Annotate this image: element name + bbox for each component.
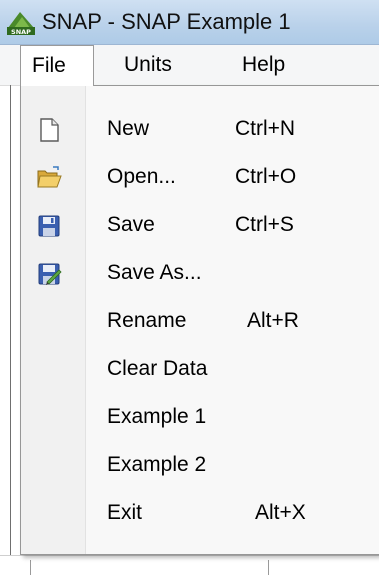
svg-text:SNAP: SNAP: [11, 28, 31, 36]
menu-item-save-as-label: Save As...: [107, 261, 202, 284]
menu-item-clear-data-label: Clear Data: [107, 357, 208, 380]
menu-item-rename-shortcut: Alt+R: [247, 309, 299, 332]
menu-units[interactable]: Units: [124, 45, 172, 85]
app-window: SNAP SNAP - SNAP Example 1 File Units He…: [0, 0, 379, 576]
new-file-icon: [35, 116, 63, 144]
window-bottom-area: [0, 555, 379, 576]
menu-item-example-2-label: Example 2: [107, 453, 207, 476]
menu-item-example-2[interactable]: Example 2: [21, 442, 379, 490]
menu-help-label: Help: [242, 53, 286, 76]
panel-divider: [30, 560, 31, 575]
menu-item-exit-shortcut: Alt+X: [255, 501, 306, 524]
menu-item-example-1-label: Example 1: [107, 405, 207, 428]
menu-item-rename[interactable]: Rename Alt+R: [21, 298, 379, 346]
snap-logo-icon: SNAP: [6, 8, 36, 36]
menu-item-open[interactable]: Open... Ctrl+O: [21, 154, 379, 202]
menu-item-new-shortcut: Ctrl+N: [235, 117, 296, 140]
save-as-icon: [35, 260, 63, 288]
menu-item-open-shortcut: Ctrl+O: [235, 165, 297, 188]
menu-item-save-shortcut: Ctrl+S: [235, 213, 294, 236]
open-folder-icon: [35, 164, 63, 192]
menu-item-open-label: Open...: [107, 165, 176, 188]
window-title: SNAP - SNAP Example 1: [42, 9, 291, 34]
menu-item-new-label: New: [107, 117, 150, 140]
menu-item-save[interactable]: Save Ctrl+S: [21, 202, 379, 250]
menu-item-exit-label: Exit: [107, 501, 143, 524]
save-disk-icon: [35, 212, 63, 240]
menu-item-save-label: Save: [107, 213, 155, 236]
menu-file[interactable]: File: [20, 45, 94, 86]
menu-item-exit[interactable]: Exit Alt+X: [21, 490, 379, 538]
menu-item-clear-data[interactable]: Clear Data: [21, 346, 379, 394]
panel-divider: [268, 560, 269, 575]
window-edge: [10, 85, 11, 575]
menu-item-new[interactable]: New Ctrl+N: [21, 106, 379, 154]
menu-units-label: Units: [124, 53, 172, 76]
menu-item-example-1[interactable]: Example 1: [21, 394, 379, 442]
menu-item-save-as[interactable]: Save As...: [21, 250, 379, 298]
file-menu-dropdown: New Ctrl+N Open... Ctrl+O Save Ctrl+S Sa…: [20, 85, 379, 555]
menu-help[interactable]: Help: [242, 45, 285, 85]
title-bar[interactable]: SNAP SNAP - SNAP Example 1: [0, 0, 379, 45]
menu-file-label: File: [32, 54, 66, 77]
menu-bar: File Units Help: [0, 45, 379, 86]
menu-item-rename-label: Rename: [107, 309, 187, 332]
